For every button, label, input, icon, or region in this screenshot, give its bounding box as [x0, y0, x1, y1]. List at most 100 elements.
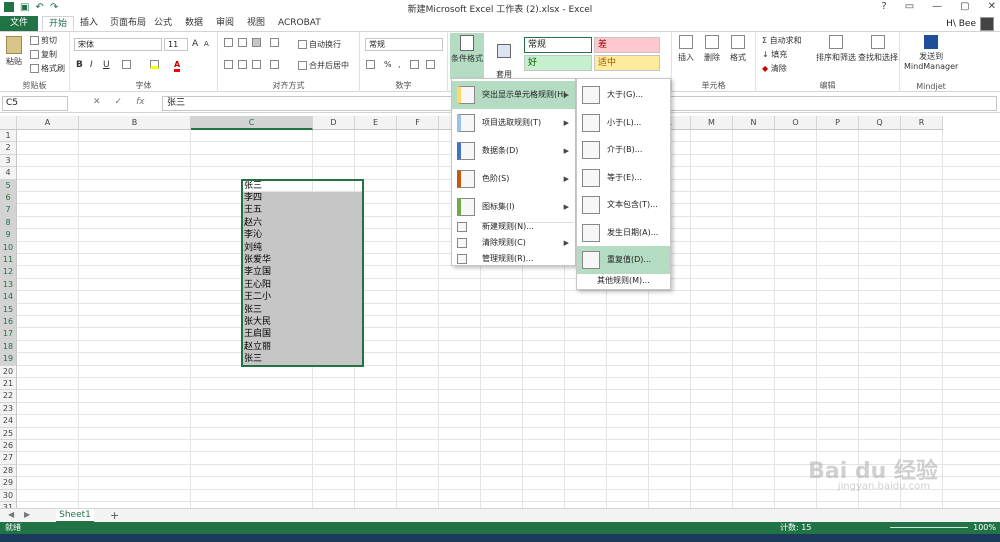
fill-button[interactable]: ↓ 填充 [762, 49, 787, 60]
cell-C7[interactable]: 王五 [242, 204, 363, 217]
row-header-12[interactable]: 12 [0, 266, 17, 279]
fx-icon[interactable]: fx [136, 97, 145, 107]
row-header-16[interactable]: 16 [0, 316, 17, 329]
orientation-button[interactable] [270, 38, 281, 47]
sort-filter-button[interactable]: 排序和筛选 [816, 35, 856, 63]
wrap-text-button[interactable]: 自动换行 [298, 39, 341, 50]
conditional-format-button[interactable]: 条件格式 [450, 33, 484, 79]
currency-button[interactable] [366, 60, 377, 69]
zoom-level[interactable]: 100% [973, 522, 996, 534]
cell-C6[interactable]: 李四 [242, 192, 363, 205]
menu-item-2[interactable]: 数据条(D) ▶ [452, 137, 575, 165]
row-header-6[interactable]: 6 [0, 192, 17, 205]
border-button[interactable] [122, 60, 133, 69]
delete-cells-button[interactable]: 删除 [704, 35, 720, 63]
zoom-slider[interactable] [890, 527, 968, 528]
row-header-9[interactable]: 9 [0, 229, 17, 242]
fill-color-button[interactable] [150, 60, 161, 69]
submenu-item-5[interactable]: 发生日期(A)... [577, 219, 670, 247]
row-header-26[interactable]: 26 [0, 440, 17, 453]
user-account[interactable]: H\ Bee [946, 17, 994, 31]
row-header-15[interactable]: 15 [0, 303, 17, 316]
italic-button[interactable]: I [90, 60, 93, 70]
row-header-21[interactable]: 21 [0, 378, 17, 391]
cell-C9[interactable]: 李沁 [242, 229, 363, 242]
row-header-18[interactable]: 18 [0, 340, 17, 354]
row-header-28[interactable]: 28 [0, 464, 17, 478]
number-format-select[interactable]: 常规 [365, 38, 443, 51]
cell-C17[interactable]: 王启国 [242, 328, 363, 341]
ribbon-display-button[interactable]: ▭ [905, 1, 914, 12]
percent-button[interactable]: % [384, 60, 392, 69]
style-neutral[interactable]: 适中 [594, 55, 660, 71]
column-header-B[interactable]: B [79, 116, 191, 130]
clear-button[interactable]: ◆ 清除 [762, 63, 787, 74]
sheet-tab[interactable]: Sheet1 [56, 509, 94, 523]
tab-review[interactable]: 审阅 [210, 16, 240, 31]
indent-button[interactable] [270, 60, 281, 69]
format-cells-button[interactable]: 格式 [730, 35, 746, 63]
column-header-R[interactable]: R [901, 116, 943, 130]
submenu-item-0[interactable]: 大于(G)... [577, 81, 670, 109]
align-bottom-button[interactable] [252, 38, 263, 47]
cut-button[interactable]: 剪切 [30, 35, 57, 46]
grow-font-button[interactable]: A [192, 39, 198, 49]
column-header-O[interactable]: O [775, 116, 817, 130]
row-header-29[interactable]: 29 [0, 477, 17, 490]
submenu-item-3[interactable]: 等于(E)... [577, 164, 670, 192]
align-left-button[interactable] [224, 60, 235, 69]
column-header-E[interactable]: E [355, 116, 397, 130]
row-header-1[interactable]: 1 [0, 130, 17, 143]
add-sheet-button[interactable]: + [110, 509, 119, 522]
shrink-font-button[interactable]: A [204, 40, 209, 48]
maximize-button[interactable]: ▢ [960, 1, 969, 12]
cell-C11[interactable]: 张爱华 [242, 254, 363, 267]
row-header-5[interactable]: 5 [0, 179, 17, 192]
row-header-23[interactable]: 23 [0, 402, 17, 416]
format-painter-button[interactable]: 格式刷 [30, 63, 65, 74]
comma-button[interactable]: , [398, 60, 401, 69]
decrease-decimal-button[interactable] [426, 60, 437, 69]
name-box[interactable]: C5 [2, 96, 68, 111]
tab-acrobat[interactable]: ACROBAT [272, 16, 327, 31]
align-top-button[interactable] [224, 38, 235, 47]
submenu-item-2[interactable]: 介于(B)... [577, 136, 670, 164]
align-middle-button[interactable] [238, 38, 249, 47]
submenu-item-4[interactable]: 文本包含(T)... [577, 191, 670, 219]
prev-sheet-icon[interactable]: ◀ [8, 510, 14, 519]
cell-C19[interactable]: 张三 [242, 353, 363, 366]
tab-file[interactable]: 文件 [0, 16, 38, 31]
minimize-button[interactable]: — [932, 1, 942, 12]
row-header-10[interactable]: 10 [0, 241, 17, 254]
column-header-Q[interactable]: Q [859, 116, 901, 130]
row-header-14[interactable]: 14 [0, 291, 17, 304]
paste-button[interactable]: 粘贴 [6, 36, 22, 67]
row-header-3[interactable]: 3 [0, 154, 17, 168]
enter-icon[interactable]: ✓ [115, 97, 123, 107]
align-right-button[interactable] [252, 60, 263, 69]
menu-small-item-2[interactable]: 管理规则(R)... [452, 251, 575, 267]
cell-C15[interactable]: 张三 [242, 303, 363, 316]
font-color-button[interactable]: A [174, 60, 181, 72]
cell-C5[interactable]: 张三 [242, 180, 363, 192]
cell-C10[interactable]: 刘纯 [242, 241, 363, 254]
style-good[interactable]: 好 [524, 55, 592, 71]
cell-C14[interactable]: 王二小 [242, 291, 363, 304]
column-header-A[interactable]: A [17, 116, 79, 130]
tab-formulas[interactable]: 公式 [148, 16, 178, 31]
merge-center-button[interactable]: 合并后居中 [298, 60, 349, 71]
row-header-22[interactable]: 22 [0, 390, 17, 403]
row-header-17[interactable]: 17 [0, 328, 17, 341]
row-header-27[interactable]: 27 [0, 452, 17, 465]
menu-item-0[interactable]: 突出显示单元格规则(H) ▶ [452, 81, 575, 109]
row-header-20[interactable]: 20 [0, 365, 17, 378]
select-all-corner[interactable] [0, 116, 17, 130]
row-header-4[interactable]: 4 [0, 167, 17, 180]
tab-data[interactable]: 数据 [179, 16, 209, 31]
row-header-8[interactable]: 8 [0, 216, 17, 230]
tab-insert[interactable]: 插入 [74, 16, 104, 31]
row-header-30[interactable]: 30 [0, 489, 17, 502]
cell-C13[interactable]: 王心阳 [242, 278, 363, 292]
cell-C16[interactable]: 张大民 [242, 316, 363, 329]
menu-small-item-0[interactable]: 新建规则(N)... [452, 219, 575, 235]
